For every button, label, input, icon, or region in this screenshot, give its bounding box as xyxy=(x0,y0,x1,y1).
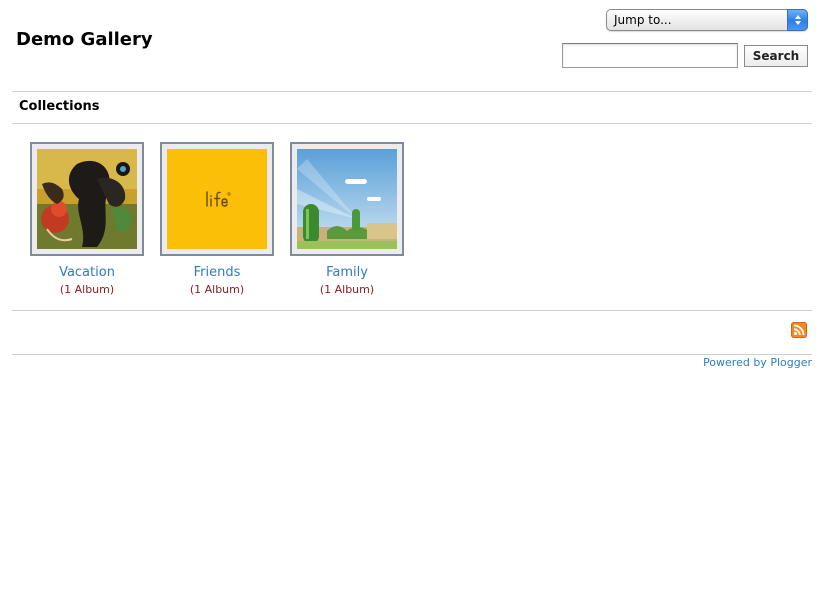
collections-heading-divider xyxy=(12,123,812,124)
collection-thumbnail-friends[interactable] xyxy=(160,142,274,256)
search-button[interactable]: Search xyxy=(744,45,808,67)
collection-link-friends[interactable]: Friends xyxy=(160,265,274,280)
collection-thumbnail-family[interactable] xyxy=(290,142,404,256)
collection-count-friends: (1 Album) xyxy=(189,283,245,296)
gallery-title: Demo Gallery xyxy=(16,29,153,50)
header-divider xyxy=(12,91,812,92)
jump-to-label: Jump to... xyxy=(614,13,672,27)
family-thumbnail-image xyxy=(297,149,397,249)
powered-by-link[interactable]: Powered by Plogger xyxy=(703,356,812,369)
friends-thumbnail-image xyxy=(167,149,267,249)
collection-item-family: Family (1 Album) xyxy=(290,142,404,296)
collections-bottom-divider xyxy=(12,310,812,311)
select-arrows-icon xyxy=(787,9,808,31)
search-input[interactable] xyxy=(562,43,738,68)
collection-item-vacation: Vacation (1 Album) xyxy=(30,142,144,296)
rss-feed-icon[interactable] xyxy=(791,322,807,338)
collection-item-friends: Friends (1 Album) xyxy=(160,142,274,296)
collection-thumbnail-vacation[interactable] xyxy=(30,142,144,256)
collection-link-family[interactable]: Family xyxy=(290,265,404,280)
jump-to-select[interactable]: Jump to... xyxy=(606,9,808,31)
collections-heading: Collections xyxy=(19,99,100,114)
footer-divider xyxy=(12,354,812,355)
collection-link-vacation[interactable]: Vacation xyxy=(30,265,144,280)
vacation-thumbnail-image xyxy=(37,149,137,249)
collection-count-vacation: (1 Album) xyxy=(59,283,115,296)
collection-count-family: (1 Album) xyxy=(319,283,375,296)
